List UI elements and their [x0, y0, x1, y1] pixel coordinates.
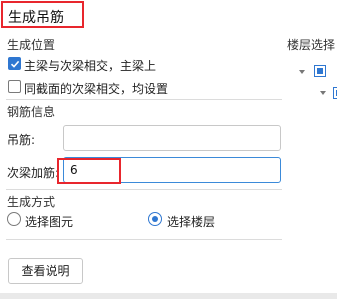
tree-collapse-caret-icon[interactable] [299, 70, 305, 74]
view-help-button[interactable]: 查看说明 [8, 258, 83, 284]
method-section-label: 生成方式 [7, 195, 56, 209]
select-floors-radio[interactable] [148, 212, 162, 226]
same-section-checkbox[interactable] [8, 80, 21, 93]
select-floors-label[interactable]: 选择楼层 [167, 213, 215, 230]
tree-child-caret-icon[interactable] [320, 91, 326, 95]
position-divider [6, 99, 282, 100]
secondary-beam-label: 次梁加筋: [7, 166, 60, 180]
tree-root-checkbox[interactable] [314, 65, 326, 77]
select-elements-radio[interactable] [7, 212, 21, 226]
hanger-input[interactable] [63, 125, 281, 151]
input-highlight-box [57, 158, 121, 184]
position-section-label: 生成位置 [7, 38, 56, 52]
check-icon [10, 60, 20, 68]
bottom-edge-strip [0, 293, 337, 299]
same-section-option-label[interactable]: 同截面的次梁相交，均设置 [24, 80, 168, 97]
main-beam-checkbox[interactable] [8, 57, 21, 70]
tree-child-checkbox[interactable] [333, 87, 337, 99]
hanger-label: 吊筋: [7, 133, 36, 147]
title-highlight-box [1, 1, 84, 28]
rebar-section-label: 钢筋信息 [7, 105, 56, 119]
main-beam-option-label[interactable]: 主梁与次梁相交，主梁上 [24, 57, 156, 74]
rebar-divider [6, 189, 282, 190]
select-elements-label[interactable]: 选择图元 [25, 213, 73, 230]
method-divider [6, 239, 282, 240]
floor-selection-label: 楼层选择 [287, 38, 336, 52]
